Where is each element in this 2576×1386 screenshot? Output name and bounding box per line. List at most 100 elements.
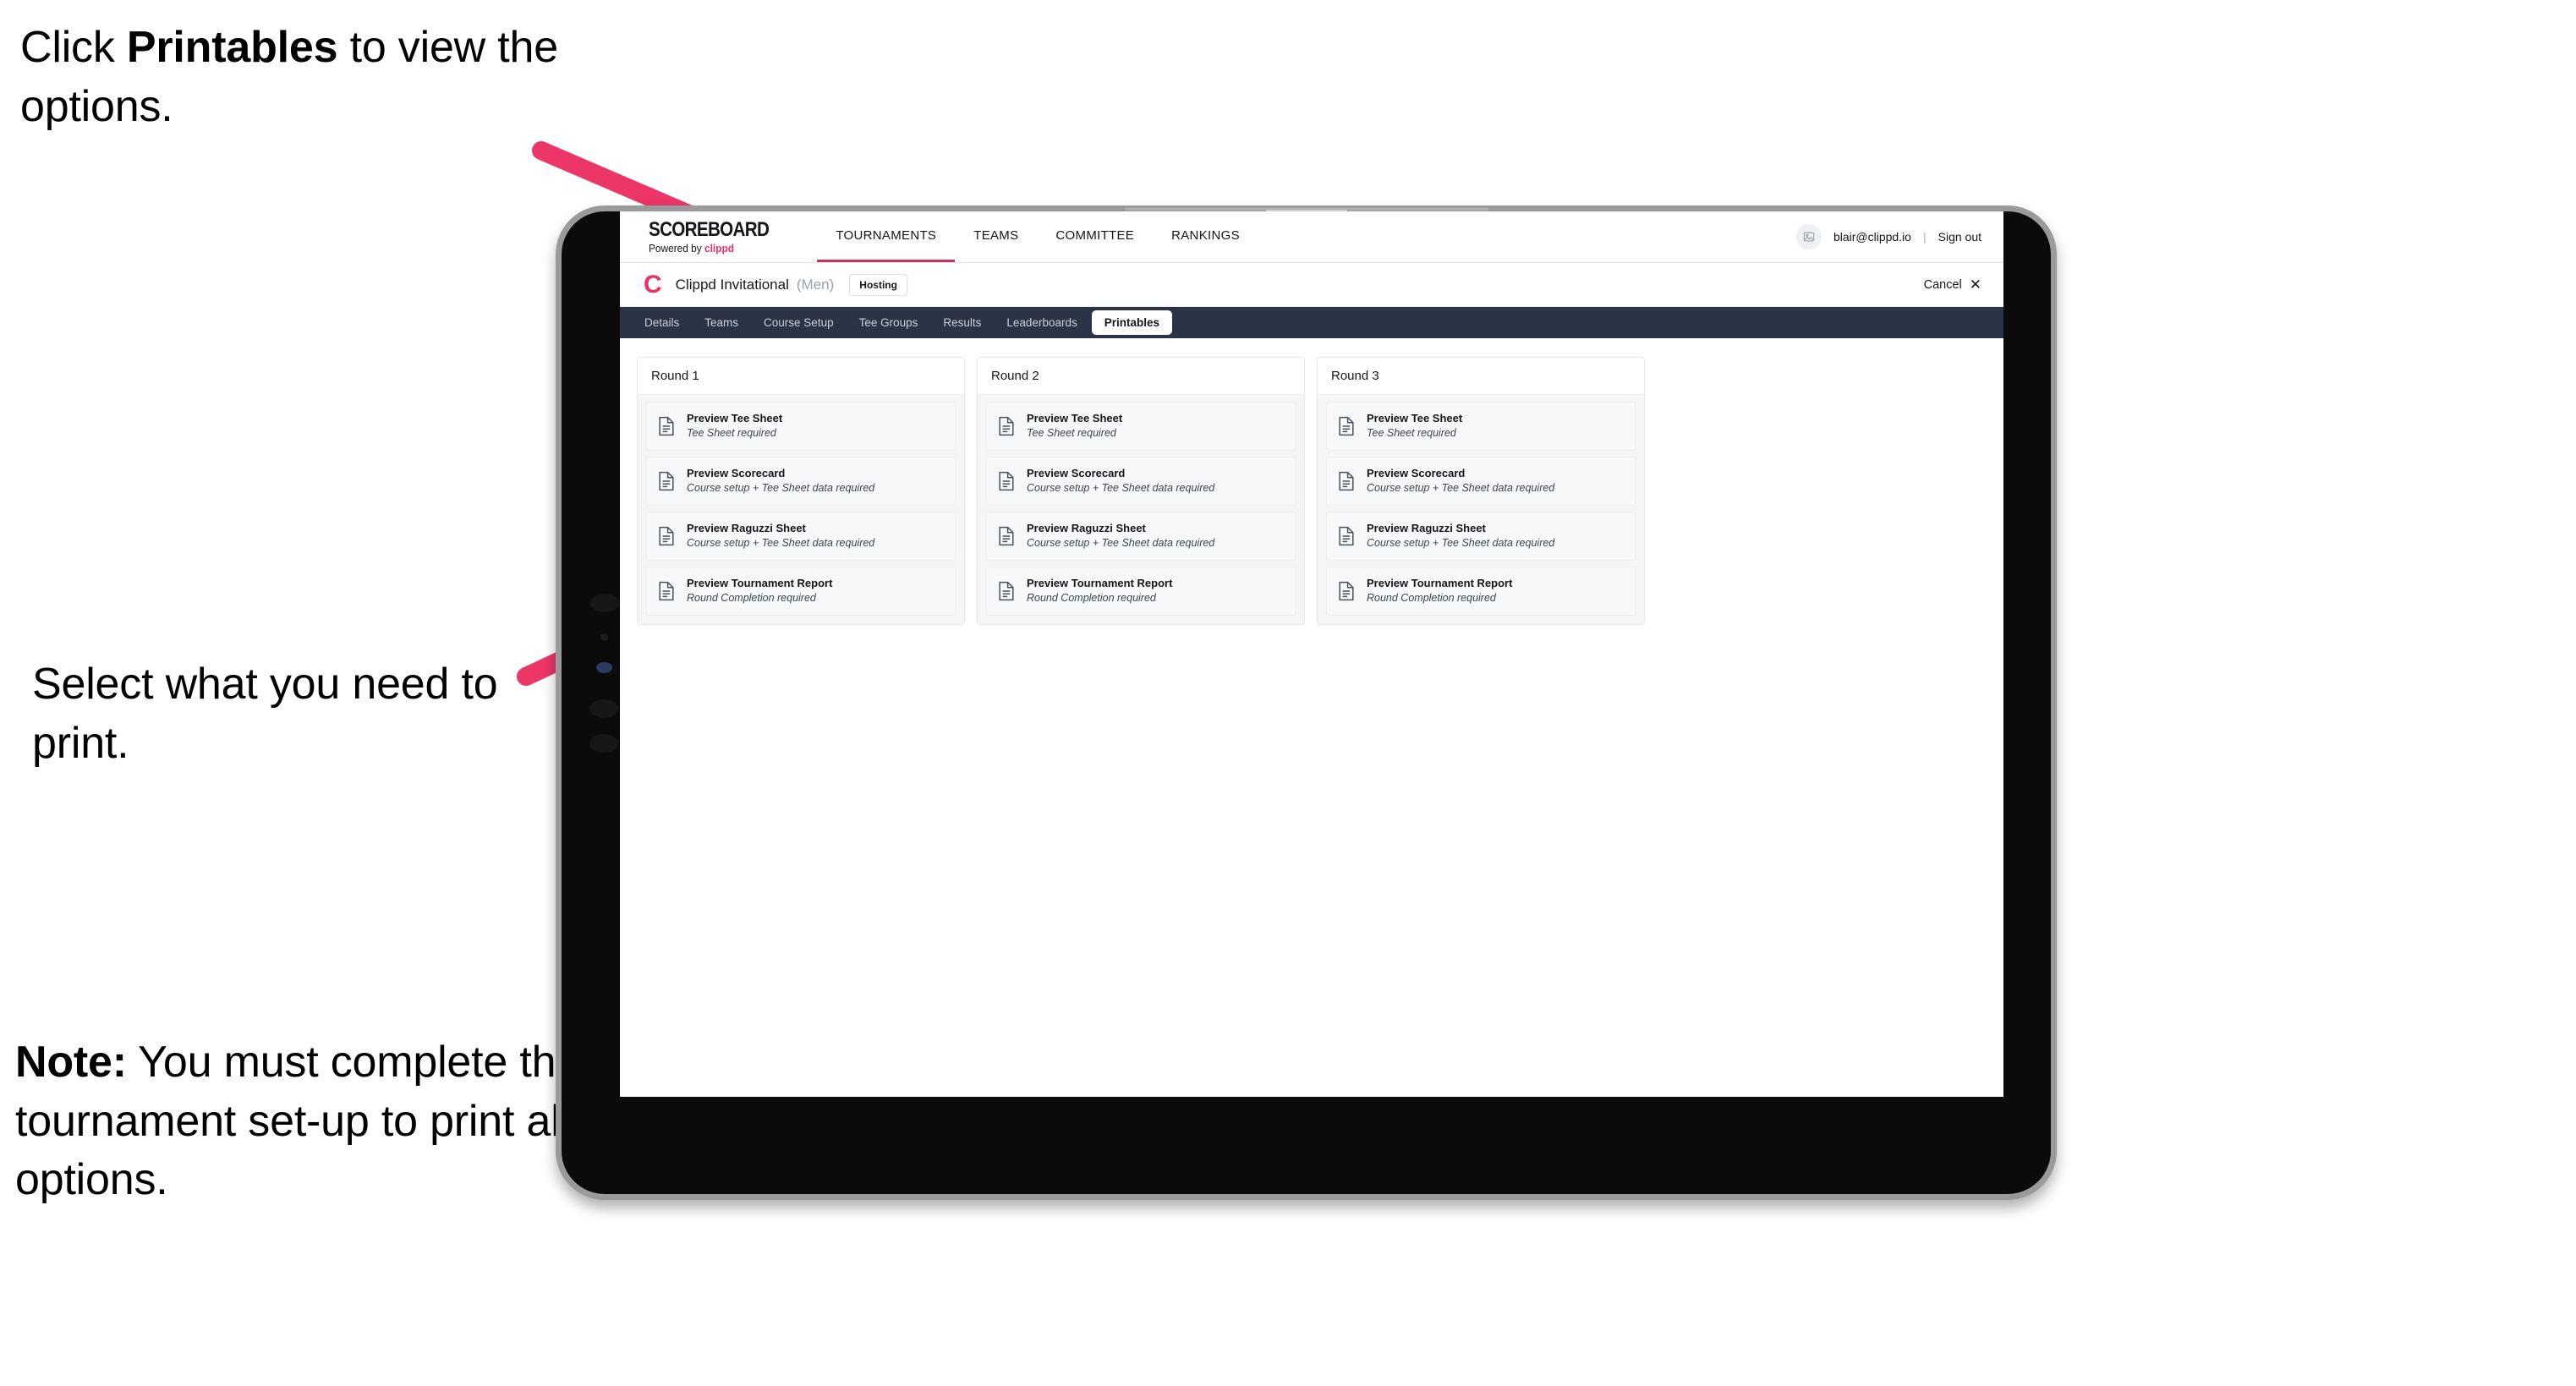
- print-item-tee-sheet[interactable]: Preview Tee Sheet Tee Sheet required: [646, 402, 956, 451]
- clippd-logo-icon: C: [644, 270, 662, 299]
- print-item-raguzzi-sheet[interactable]: Preview Raguzzi Sheet Course setup + Tee…: [1326, 511, 1636, 561]
- header-user-area: blair@clippd.io | Sign out: [1795, 211, 1981, 262]
- tablet-volume-down-button[interactable]: [589, 734, 618, 753]
- tab-course-setup[interactable]: Course Setup: [753, 311, 845, 334]
- brand-logo[interactable]: SCOREBOARD Powered by clippd: [649, 211, 817, 262]
- brand-clippd-word: clippd: [704, 242, 734, 255]
- document-icon: [997, 416, 1016, 436]
- print-item-title: Preview Raguzzi Sheet: [1027, 521, 1146, 534]
- annotation-click-printables: Click Printables to view the options.: [20, 19, 562, 136]
- round-title: Round 2: [978, 358, 1304, 395]
- round-items-list: Preview Tee Sheet Tee Sheet required Pre…: [1318, 395, 1644, 624]
- print-item-tee-sheet[interactable]: Preview Tee Sheet Tee Sheet required: [986, 402, 1296, 451]
- print-item-subtitle: Course setup + Tee Sheet data required: [687, 482, 875, 495]
- print-item-title: Preview Scorecard: [1367, 466, 1466, 479]
- print-item-title: Preview Tournament Report: [687, 576, 833, 589]
- document-icon: [997, 581, 1016, 601]
- tab-results[interactable]: Results: [932, 311, 992, 334]
- print-item-tournament-report[interactable]: Preview Tournament Report Round Completi…: [646, 566, 956, 616]
- print-item-scorecard[interactable]: Preview Scorecard Course setup + Tee She…: [986, 456, 1296, 506]
- nav-item-committee[interactable]: COMMITTEE: [1037, 211, 1153, 262]
- cancel-label: Cancel: [1923, 277, 1962, 292]
- tournament-gender: (Men): [796, 276, 835, 293]
- print-item-subtitle: Tee Sheet required: [687, 427, 776, 440]
- nav-item-rankings[interactable]: RANKINGS: [1153, 211, 1258, 262]
- tab-details[interactable]: Details: [633, 311, 690, 334]
- user-avatar-icon[interactable]: [1795, 224, 1822, 249]
- round-title: Round 3: [1318, 358, 1644, 395]
- print-item-title: Preview Tournament Report: [1367, 576, 1513, 589]
- round-card-3: Round 3 Preview Tee Sheet Tee Sheet requ…: [1317, 357, 1645, 625]
- print-item-tee-sheet[interactable]: Preview Tee Sheet Tee Sheet required: [1326, 402, 1636, 451]
- print-item-title: Preview Tee Sheet: [687, 412, 783, 425]
- brand-title: SCOREBOARD: [649, 217, 770, 241]
- tournament-tab-bar: Details Teams Course Setup Tee Groups Re…: [620, 307, 2003, 338]
- document-icon: [1337, 526, 1356, 546]
- print-item-subtitle: Tee Sheet required: [1027, 427, 1116, 440]
- print-item-tournament-report[interactable]: Preview Tournament Report Round Completi…: [1326, 566, 1636, 616]
- print-item-subtitle: Course setup + Tee Sheet data required: [1367, 482, 1555, 495]
- tab-tee-groups[interactable]: Tee Groups: [848, 311, 929, 334]
- print-item-title: Preview Raguzzi Sheet: [1367, 521, 1486, 534]
- tab-teams[interactable]: Teams: [693, 311, 749, 334]
- print-item-subtitle: Round Completion required: [1027, 591, 1156, 604]
- tab-printables[interactable]: Printables: [1091, 310, 1173, 335]
- tournament-name: Clippd Invitational: [675, 276, 789, 293]
- annotation-click-prefix: Click: [20, 23, 127, 72]
- document-icon: [1337, 416, 1356, 436]
- annotation-note-bold: Note:: [15, 1038, 127, 1087]
- print-item-subtitle: Course setup + Tee Sheet data required: [687, 537, 875, 549]
- print-item-title: Preview Raguzzi Sheet: [687, 521, 806, 534]
- nav-item-tournaments[interactable]: TOURNAMENTS: [817, 211, 956, 262]
- print-item-subtitle: Course setup + Tee Sheet data required: [1027, 537, 1215, 549]
- brand-powered-by: Powered by: [649, 242, 705, 255]
- tab-leaderboards[interactable]: Leaderboards: [995, 311, 1088, 334]
- print-item-subtitle: Round Completion required: [687, 591, 816, 604]
- round-card-2: Round 2 Preview Tee Sheet Tee Sheet requ…: [977, 357, 1305, 625]
- document-icon: [997, 526, 1016, 546]
- tablet-volume-up-button[interactable]: [589, 699, 618, 718]
- round-items-list: Preview Tee Sheet Tee Sheet required Pre…: [978, 395, 1304, 624]
- print-item-tournament-report[interactable]: Preview Tournament Report Round Completi…: [986, 566, 1296, 616]
- document-icon: [1337, 471, 1356, 491]
- document-icon: [657, 471, 676, 491]
- user-email: blair@clippd.io: [1833, 230, 1911, 244]
- sign-out-link[interactable]: Sign out: [1938, 230, 1981, 244]
- status-badge: Hosting: [849, 273, 907, 296]
- tablet-device-frame: SCOREBOARD Powered by clippd TOURNAMENTS…: [556, 205, 2057, 1200]
- print-item-subtitle: Tee Sheet required: [1367, 427, 1456, 440]
- header-separator: |: [1922, 230, 1927, 244]
- tablet-sensor-lens: [596, 662, 612, 673]
- print-item-title: Preview Tee Sheet: [1367, 412, 1463, 425]
- annotation-select-print: Select what you need to print.: [32, 655, 523, 773]
- print-item-title: Preview Scorecard: [687, 466, 786, 479]
- main-nav: TOURNAMENTS TEAMS COMMITTEE RANKINGS: [817, 211, 1258, 262]
- document-icon: [657, 416, 676, 436]
- print-item-raguzzi-sheet[interactable]: Preview Raguzzi Sheet Course setup + Tee…: [646, 511, 956, 561]
- print-item-subtitle: Course setup + Tee Sheet data required: [1367, 537, 1555, 549]
- cancel-button[interactable]: Cancel ✕: [1924, 277, 1981, 292]
- print-item-scorecard[interactable]: Preview Scorecard Course setup + Tee She…: [646, 456, 956, 506]
- round-title: Round 1: [638, 358, 964, 395]
- document-icon: [657, 581, 676, 601]
- tablet-microphone-hole: [600, 633, 608, 641]
- print-item-raguzzi-sheet[interactable]: Preview Raguzzi Sheet Course setup + Tee…: [986, 511, 1296, 561]
- print-item-title: Preview Tournament Report: [1027, 576, 1173, 589]
- brand-subtitle: Powered by clippd: [649, 243, 781, 255]
- printables-content: Round 1 Preview Tee Sheet Tee Sheet requ…: [620, 338, 2003, 625]
- tournament-sub-header: C Clippd Invitational (Men) Hosting Canc…: [620, 263, 2003, 307]
- annotation-click-bold: Printables: [126, 23, 338, 72]
- nav-item-teams[interactable]: TEAMS: [955, 211, 1037, 262]
- app-header: SCOREBOARD Powered by clippd TOURNAMENTS…: [620, 211, 2003, 263]
- document-icon: [997, 471, 1016, 491]
- print-item-subtitle: Round Completion required: [1367, 591, 1496, 604]
- document-icon: [1337, 581, 1356, 601]
- tablet-screen: SCOREBOARD Powered by clippd TOURNAMENTS…: [620, 211, 2003, 1097]
- round-items-list: Preview Tee Sheet Tee Sheet required Pre…: [638, 395, 964, 624]
- document-icon: [657, 526, 676, 546]
- print-item-scorecard[interactable]: Preview Scorecard Course setup + Tee She…: [1326, 456, 1636, 506]
- round-card-1: Round 1 Preview Tee Sheet Tee Sheet requ…: [637, 357, 965, 625]
- print-item-subtitle: Course setup + Tee Sheet data required: [1027, 482, 1215, 495]
- annotation-select-text: Select what you need to print.: [32, 660, 498, 768]
- tablet-side-button-top[interactable]: [590, 594, 619, 612]
